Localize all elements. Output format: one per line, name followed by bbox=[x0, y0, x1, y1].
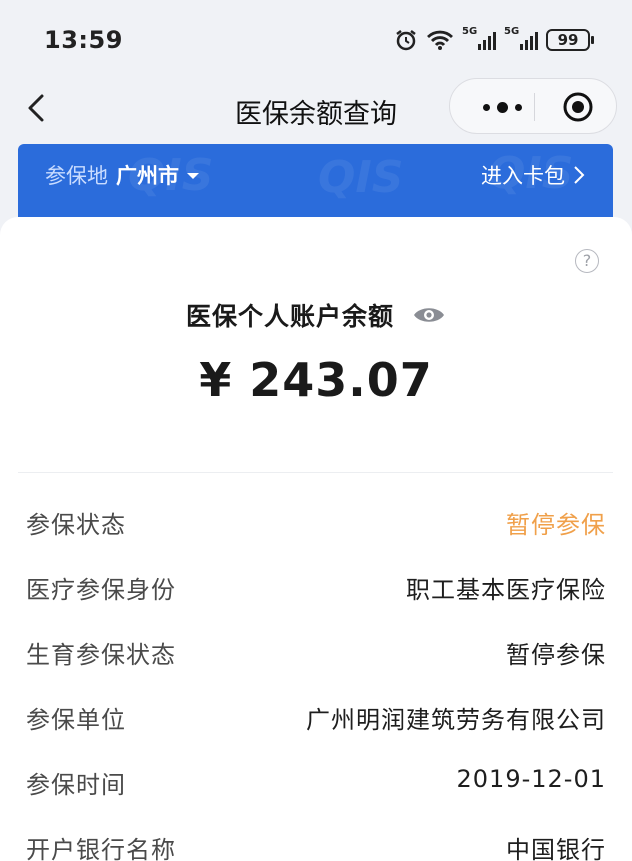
detail-value: 暂停参保 bbox=[506, 511, 606, 539]
detail-row-employer: 参保单位 广州明润建筑劳务有限公司 bbox=[0, 684, 632, 749]
account-title-row: 医保个人账户余额 bbox=[0, 297, 632, 333]
detail-value: 职工基本医疗保险 bbox=[406, 576, 606, 604]
wallet-link-label: 进入卡包 bbox=[481, 164, 565, 188]
detail-row-status: 参保状态 暂停参保 bbox=[0, 489, 632, 554]
detail-label: 参保时间 bbox=[26, 771, 126, 799]
detail-value: 暂停参保 bbox=[506, 641, 606, 669]
detail-label: 参保状态 bbox=[26, 511, 126, 539]
battery-icon: 99 bbox=[546, 29, 594, 51]
wifi-icon bbox=[427, 30, 453, 50]
signal-icon-sim1: 5G bbox=[462, 26, 496, 52]
detail-label: 医疗参保身份 bbox=[26, 576, 176, 604]
status-time: 13:59 bbox=[44, 26, 123, 54]
account-title: 医保个人账户余额 bbox=[185, 302, 394, 331]
chevron-right-icon bbox=[574, 166, 585, 184]
signal-icon-sim2: 5G bbox=[504, 26, 538, 52]
eye-icon[interactable] bbox=[412, 304, 446, 326]
alarm-icon bbox=[396, 30, 416, 51]
detail-row-start-date: 参保时间 2019-12-01 bbox=[0, 749, 632, 814]
detail-label: 开户银行名称 bbox=[26, 836, 176, 861]
region-selector[interactable]: 参保地 广州市 bbox=[45, 160, 199, 190]
detail-value: 广州明润建筑劳务有限公司 bbox=[306, 706, 606, 734]
region-city: 广州市 bbox=[116, 164, 179, 188]
detail-list: 参保状态 暂停参保 医疗参保身份 职工基本医疗保险 生育参保状态 暂停参保 参保… bbox=[0, 489, 632, 861]
detail-row-bank: 开户银行名称 中国银行 bbox=[0, 814, 632, 861]
detail-label: 参保单位 bbox=[26, 706, 126, 734]
mini-program-capsule bbox=[449, 78, 617, 134]
detail-value: 2019-12-01 bbox=[456, 765, 606, 793]
help-icon[interactable]: ? bbox=[575, 249, 599, 273]
caret-down-icon bbox=[187, 173, 199, 179]
divider bbox=[18, 472, 613, 473]
status-bar: 13:59 5G 5G 99 bbox=[0, 0, 632, 80]
status-icons: 5G 5G 99 bbox=[394, 26, 594, 53]
close-target-icon[interactable] bbox=[562, 91, 594, 123]
capsule-divider bbox=[534, 93, 535, 121]
region-label: 参保地 bbox=[45, 164, 108, 188]
nav-bar: 医保余额查询 bbox=[0, 78, 632, 136]
balance-amount: ¥ 243.07 bbox=[199, 353, 433, 407]
balance-card: ? 医保个人账户余额 ¥ 243.07 参保状态 暂停参保 医疗参保身份 职工基… bbox=[0, 217, 632, 861]
detail-label: 生育参保状态 bbox=[26, 641, 176, 669]
more-icon bbox=[482, 103, 490, 111]
more-button[interactable] bbox=[472, 92, 532, 122]
detail-row-maternity: 生育参保状态 暂停参保 bbox=[0, 619, 632, 684]
detail-row-identity: 医疗参保身份 职工基本医疗保险 bbox=[0, 554, 632, 619]
detail-value: 中国银行 bbox=[506, 836, 606, 861]
wallet-link[interactable]: 进入卡包 bbox=[481, 160, 585, 190]
